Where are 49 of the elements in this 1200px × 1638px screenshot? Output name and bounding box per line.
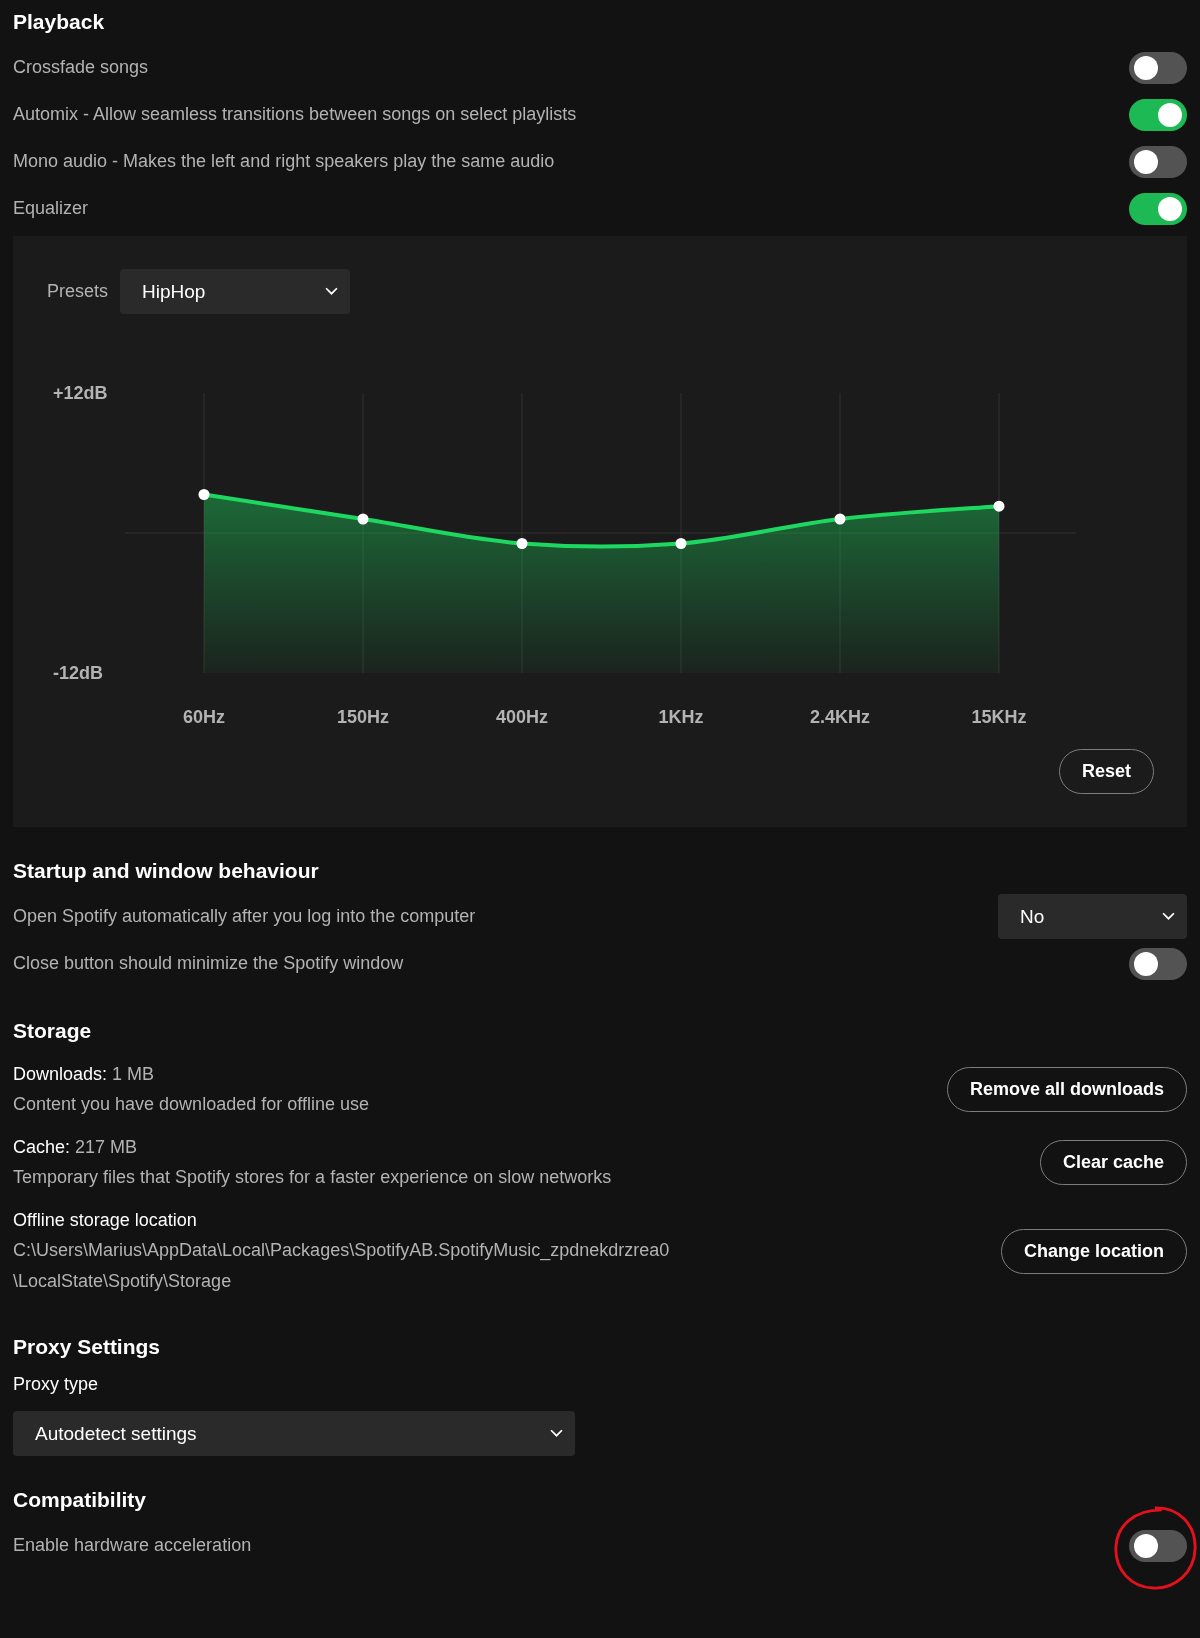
- field-label: Proxy type: [13, 1373, 100, 1396]
- toggle-switch[interactable]: [1129, 145, 1187, 178]
- setting-label: Close button should minimize the Spotify window: [13, 953, 404, 974]
- axis-label: 60Hz: [183, 707, 225, 727]
- toggle-switch[interactable]: [1129, 947, 1187, 980]
- storage-description: \LocalState\Spotify\Storage: [13, 1270, 233, 1293]
- axis-label: 150Hz: [337, 707, 389, 727]
- axis-label: 15KHz: [971, 707, 1027, 727]
- eq-handle[interactable]: [675, 538, 687, 549]
- axis-label: +12dB: [53, 383, 108, 403]
- eq-handle[interactable]: [834, 513, 846, 525]
- dropdown[interactable]: No: [998, 894, 1187, 939]
- storage-description: C:\Users\Marius\AppData\Local\Packages\SpotifyAB.SpotifyMusic_zpdnekdrzrea0: [13, 1239, 670, 1263]
- toggle-switch[interactable]: [1129, 1529, 1187, 1562]
- section-title: Startup and window behaviour: [13, 858, 320, 884]
- section-title: Playback: [13, 9, 106, 35]
- axis-label: -12dB: [53, 663, 103, 683]
- axis-label: 1KHz: [658, 707, 704, 727]
- presets-dropdown[interactable]: HipHop: [120, 269, 351, 314]
- eq-handle[interactable]: [198, 489, 210, 500]
- setting-label: Open Spotify automatically after you log into the computer: [13, 906, 476, 927]
- toggle-switch[interactable]: [1129, 192, 1187, 225]
- storage-description: Content you have downloaded for offline use: [13, 1093, 369, 1116]
- chevron-down-icon: [550, 1429, 563, 1438]
- section-title: Storage: [13, 1018, 93, 1044]
- storage-label: Offline storage location: [13, 1209, 197, 1232]
- axis-label: 400Hz: [496, 707, 548, 727]
- setting-label: Equalizer: [13, 198, 89, 219]
- storage-value: 1 MB: [112, 1063, 155, 1086]
- eq-handle[interactable]: [993, 500, 1005, 512]
- dropdown[interactable]: Autodetect settings: [13, 1411, 575, 1456]
- toggle-switch[interactable]: [1129, 51, 1187, 84]
- toggle-switch[interactable]: [1129, 98, 1187, 131]
- section-title: Compatibility: [13, 1487, 147, 1513]
- storage-label: Cache:: [13, 1136, 71, 1159]
- setting-label: Crossfade songs: [13, 57, 149, 78]
- eq-handle[interactable]: [516, 538, 528, 549]
- storage-description: Temporary files that Spotify stores for a faster experience on slow networks: [13, 1166, 612, 1189]
- chevron-down-icon: [1162, 912, 1175, 921]
- presets-label: Presets: [47, 281, 109, 302]
- storage-value: 217 MB: [75, 1136, 138, 1159]
- setting-label: Automix - Allow seamless transitions between songs on select playlists: [13, 104, 577, 125]
- section-title: Proxy Settings: [13, 1334, 162, 1360]
- eq-handle[interactable]: [357, 513, 369, 525]
- storage-label: Downloads:: [13, 1063, 108, 1086]
- chevron-down-icon: [325, 287, 339, 296]
- axis-label: 2.4KHz: [810, 707, 870, 727]
- setting-label: Enable hardware acceleration: [13, 1535, 252, 1556]
- setting-label: Mono audio - Makes the left and right speakers play the same audio: [13, 151, 555, 172]
